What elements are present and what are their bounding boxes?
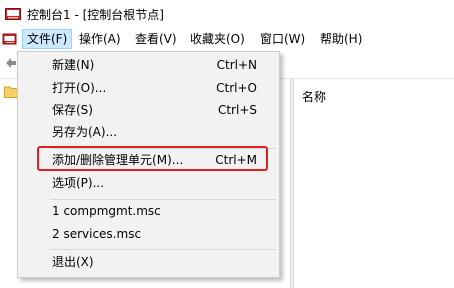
menu-item-recent-2[interactable]: 2 services.msc xyxy=(18,223,279,245)
menu-item-save[interactable]: 保存(S) Ctrl+S xyxy=(18,99,279,121)
menu-item-label: 1 compmgmt.msc xyxy=(52,204,161,218)
menu-window[interactable]: 窗口(W) xyxy=(256,30,309,48)
column-header-name[interactable]: 名称 xyxy=(302,88,326,105)
menu-item-new[interactable]: 新建(N) Ctrl+N xyxy=(18,54,279,76)
menu-item-label: 另存为(A)... xyxy=(52,125,118,139)
menu-item-options[interactable]: 选项(P)... xyxy=(18,172,279,194)
menu-item-label: 退出(X) xyxy=(52,255,94,269)
menu-item-shortcut: Ctrl+S xyxy=(217,103,257,117)
menu-item-save-as[interactable]: 另存为(A)... xyxy=(18,121,279,143)
menu-file[interactable]: 文件(F) xyxy=(22,29,73,49)
menu-item-label: 新建(N) xyxy=(52,58,95,72)
menu-item-open[interactable]: 打开(O)... Ctrl+O xyxy=(18,77,279,99)
menu-item-exit[interactable]: 退出(X) xyxy=(18,251,279,273)
title-bar: 控制台1 - [控制台根节点] xyxy=(0,0,454,28)
back-arrow-icon[interactable] xyxy=(4,56,18,70)
menu-item-label: 2 services.msc xyxy=(52,227,142,241)
menu-favorites[interactable]: 收藏夹(O) xyxy=(186,30,249,48)
mdi-document-icon[interactable] xyxy=(2,31,18,47)
menu-view[interactable]: 查看(V) xyxy=(131,30,181,48)
menu-item-label: 选项(P)... xyxy=(52,176,105,190)
menu-bar: 文件(F) 操作(A) 查看(V) 收藏夹(O) 窗口(W) 帮助(H) xyxy=(0,28,454,50)
menu-action[interactable]: 操作(A) xyxy=(75,30,125,48)
mmc-console-icon[interactable] xyxy=(5,7,21,21)
menu-help[interactable]: 帮助(H) xyxy=(316,30,366,48)
menu-item-label: 打开(O)... xyxy=(52,81,107,95)
menu-item-shortcut: Ctrl+O xyxy=(216,81,257,95)
menu-separator xyxy=(50,249,276,250)
window-title: 控制台1 - [控制台根节点] xyxy=(27,8,164,22)
menu-item-recent-1[interactable]: 1 compmgmt.msc xyxy=(18,200,279,222)
menu-item-label: 保存(S) xyxy=(52,103,93,117)
menu-item-shortcut: Ctrl+N xyxy=(216,58,257,72)
results-pane: 名称 xyxy=(294,79,454,288)
annotation-highlight-box xyxy=(37,146,268,171)
